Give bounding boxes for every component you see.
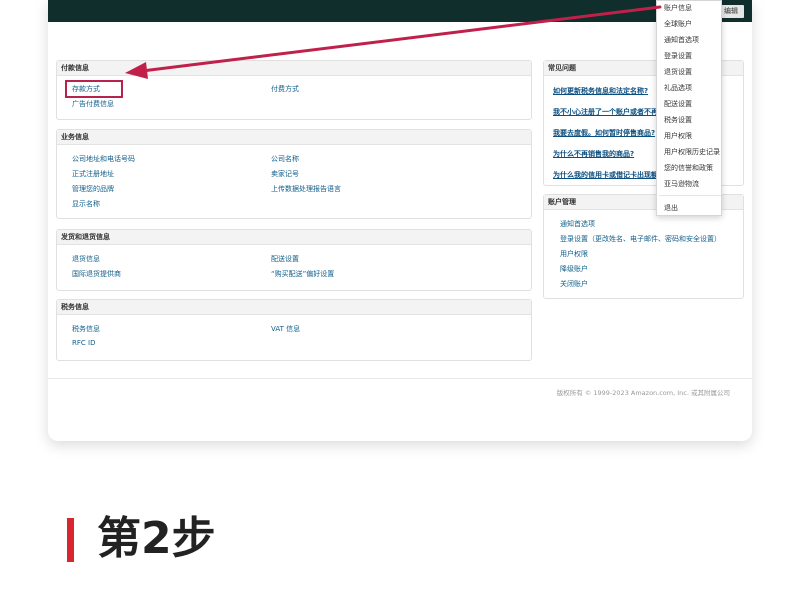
business-info-title: 业务信息: [57, 130, 531, 145]
tax-info-panel: 税务信息 税务信息 VAT 信息 RFC ID: [56, 299, 532, 361]
dropdown-item-logout[interactable]: 退出: [664, 203, 678, 213]
dropdown-item-account-info[interactable]: 账户信息: [664, 3, 692, 13]
return-info-link[interactable]: 退货信息: [72, 254, 100, 264]
deposit-method-highlight: [65, 80, 123, 98]
payment-info-title: 付款信息: [57, 61, 531, 76]
step-accent-bar: [67, 518, 74, 562]
dropdown-separator: [659, 195, 721, 196]
tax-info-title: 税务信息: [57, 300, 531, 315]
registered-address-link[interactable]: 正式注册地址: [72, 169, 114, 179]
dropdown-item-login-settings[interactable]: 登录设置: [664, 51, 692, 61]
vat-info-link[interactable]: VAT 信息: [271, 324, 300, 334]
close-account-link[interactable]: 关闭账户: [560, 279, 588, 289]
business-info-panel: 业务信息 公司地址和电话号码 公司名称 正式注册地址 卖家记号 管理您的品牌 上…: [56, 129, 532, 219]
payment-info-panel: 付款信息 存款方式 付费方式 广告付费信息: [56, 60, 532, 120]
intl-returns-provider-link[interactable]: 国际退货提供商: [72, 269, 121, 279]
top-navigation-bar: 编辑: [48, 0, 752, 22]
display-name-link[interactable]: 显示名称: [72, 199, 100, 209]
faq-item[interactable]: 为什么不再销售我的商品?: [553, 149, 634, 159]
copyright-text: 版权所有 © 1999-2023 Amazon.com, Inc. 或其附属公司: [556, 389, 730, 397]
step-title: 第2步: [97, 513, 216, 564]
screenshot-stage: 编辑 付款信息 存款方式 付费方式 广告付费信息 业务信息 公司地址和电话号码 …: [0, 0, 800, 600]
settings-dropdown-menu: 账户信息 全球账户 通知首选项 登录设置 退货设置 礼品选项 配送设置 税务设置…: [656, 0, 722, 216]
login-settings-link[interactable]: 登录设置（更改姓名、电子邮件、密码和安全设置）: [560, 234, 721, 244]
dropdown-item-global-account[interactable]: 全球账户: [664, 19, 692, 29]
faq-item[interactable]: 为什么我的信用卡或借记卡出现额外...: [553, 170, 673, 180]
seller-token-link[interactable]: 卖家记号: [271, 169, 299, 179]
charge-method-link[interactable]: 付费方式: [271, 84, 299, 94]
shipping-returns-panel: 发货和退货信息 退货信息 配送设置 国际退货提供商 “购买配送”偏好设置: [56, 229, 532, 291]
tax-info-link[interactable]: 税务信息: [72, 324, 100, 334]
company-name-link[interactable]: 公司名称: [271, 154, 299, 164]
faq-item[interactable]: 如何更新税务信息和法定名称?: [553, 86, 648, 96]
manage-brand-link[interactable]: 管理您的品牌: [72, 184, 114, 194]
faq-item[interactable]: 我要去度假。如何暂时停售商品?: [553, 128, 655, 138]
buy-shipping-preferences-link[interactable]: “购买配送”偏好设置: [271, 269, 334, 279]
ad-payment-info-link[interactable]: 广告付费信息: [72, 99, 114, 109]
rfc-id-link[interactable]: RFC ID: [72, 339, 95, 347]
user-permissions-link[interactable]: 用户权限: [560, 249, 588, 259]
dropdown-item-notification-preferences[interactable]: 通知首选项: [664, 35, 699, 45]
dropdown-item-user-permissions[interactable]: 用户权限: [664, 131, 692, 141]
downgrade-account-link[interactable]: 降级账户: [560, 264, 588, 274]
dropdown-item-tax-settings[interactable]: 税务设置: [664, 115, 692, 125]
dropdown-item-reputation-policy[interactable]: 您的信誉和政策: [664, 163, 713, 173]
shipping-returns-title: 发货和退货信息: [57, 230, 531, 245]
notification-preferences-link[interactable]: 通知首选项: [560, 219, 595, 229]
dropdown-item-gift-options[interactable]: 礼品选项: [664, 83, 692, 93]
seller-central-window: 编辑 付款信息 存款方式 付费方式 广告付费信息 业务信息 公司地址和电话号码 …: [48, 0, 752, 441]
shipping-settings-link[interactable]: 配送设置: [271, 254, 299, 264]
dropdown-item-permission-history[interactable]: 用户权限历史记录: [664, 147, 720, 157]
company-address-link[interactable]: 公司地址和电话号码: [72, 154, 135, 164]
footer-divider: [48, 378, 752, 379]
dropdown-item-return-settings[interactable]: 退货设置: [664, 67, 692, 77]
dropdown-item-fba[interactable]: 亚马逊物流: [664, 179, 699, 189]
upload-report-language-link[interactable]: 上传数据处理报告语言: [271, 184, 341, 194]
dropdown-item-shipping-settings[interactable]: 配送设置: [664, 99, 692, 109]
